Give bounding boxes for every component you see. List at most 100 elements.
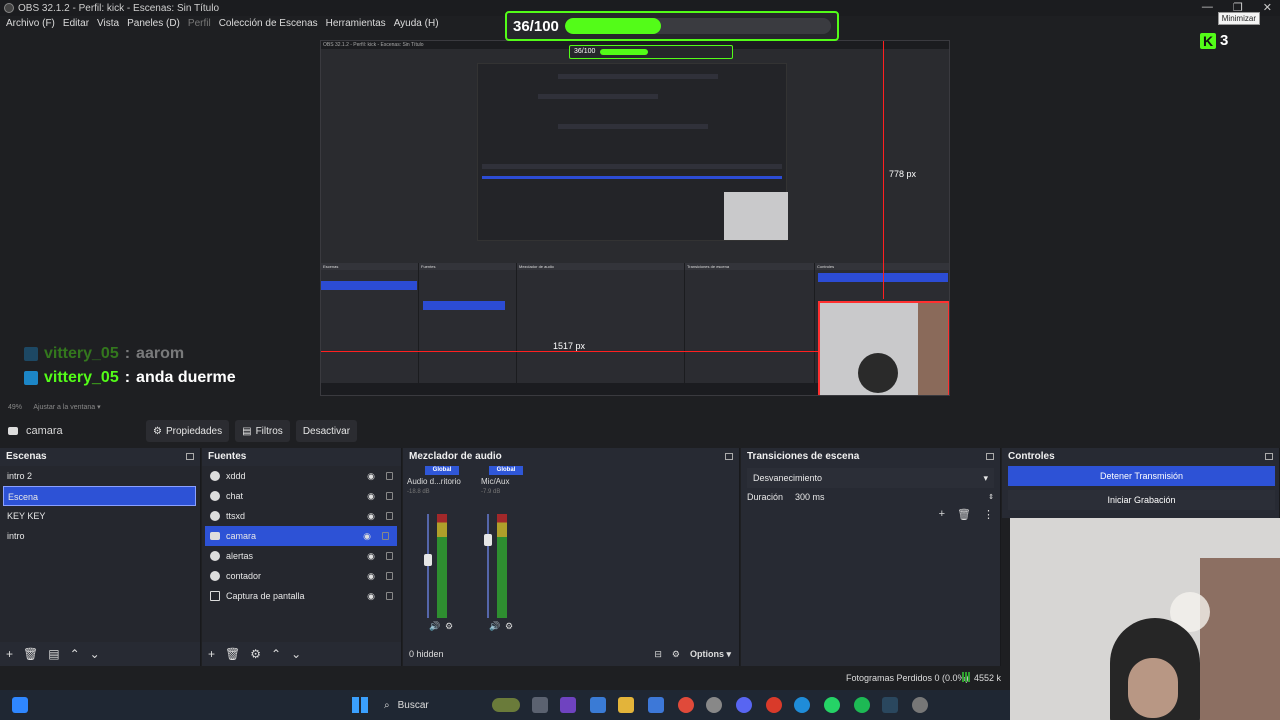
gear-icon[interactable]: ⚙ (505, 621, 513, 632)
undock-icon[interactable] (1265, 452, 1273, 460)
speaker-icon[interactable]: 🔊 (429, 621, 440, 632)
taskbar-search[interactable]: ⌕ Buscar (380, 695, 520, 715)
eye-icon[interactable]: ◉ (367, 471, 375, 482)
volume-fader-knob[interactable] (484, 534, 492, 546)
menu-herramientas[interactable]: Herramientas (322, 16, 390, 32)
scene-item[interactable]: KEY KEY (0, 506, 200, 526)
stepper-icon[interactable]: ⇕ (988, 493, 994, 501)
minimize-icon[interactable]: — (1202, 1, 1213, 14)
source-item[interactable]: alertas ◉ (202, 546, 401, 566)
stop-streaming-button[interactable]: Detener Transmisión (1008, 466, 1275, 486)
move-down-icon[interactable]: ⌄ (90, 647, 100, 661)
move-down-icon[interactable]: ⌄ (291, 647, 301, 661)
steam-icon[interactable] (882, 697, 898, 713)
duration-value[interactable]: 300 ms (795, 492, 825, 502)
preview-area[interactable]: OBS 32.1.2 - Perfil: kick - Escenas: Sin… (0, 34, 1280, 400)
app-icon[interactable] (560, 697, 576, 713)
deactivate-button[interactable]: Desactivar (295, 420, 358, 442)
trash-icon[interactable]: 🗑 (957, 508, 971, 521)
lock-icon[interactable] (386, 512, 393, 520)
lock-icon[interactable] (386, 572, 393, 580)
menu-paneles[interactable]: Paneles (D) (123, 16, 184, 32)
eye-icon[interactable]: ◉ (367, 551, 375, 562)
menu-editar[interactable]: Editar (59, 16, 93, 32)
menu-coleccion-escenas[interactable]: Colección de Escenas (215, 16, 322, 32)
source-item[interactable]: chat ◉ (202, 486, 401, 506)
gear-icon[interactable]: ⚙ (250, 647, 261, 661)
transitions-title: Transiciones de escena (747, 450, 860, 462)
lock-icon[interactable] (386, 472, 393, 480)
source-item[interactable]: ttsxd ◉ (202, 506, 401, 526)
chrome-icon[interactable] (678, 697, 694, 713)
opera-icon[interactable] (766, 697, 782, 713)
advanced-audio-icon[interactable]: ⚙ (672, 649, 680, 660)
eye-icon[interactable]: ◉ (367, 571, 375, 582)
copilot-icon[interactable] (590, 697, 606, 713)
trash-icon[interactable]: 🗑 (225, 647, 240, 661)
scene-item-selected[interactable]: Escena (3, 486, 196, 506)
spotify-icon[interactable] (854, 697, 870, 713)
volume-fader[interactable] (487, 514, 489, 618)
file-explorer-icon[interactable] (618, 697, 634, 713)
speaker-icon[interactable]: 🔊 (489, 621, 500, 632)
add-icon[interactable]: + (939, 508, 945, 521)
scene-item[interactable]: intro 2 (0, 466, 200, 486)
undock-icon[interactable] (986, 452, 994, 460)
add-icon[interactable]: + (208, 647, 215, 661)
menu-ayuda[interactable]: Ayuda (H) (390, 16, 443, 32)
gear-icon[interactable]: ⚙ (445, 621, 453, 632)
fit-to-window[interactable]: Ajustar a la ventana (33, 404, 95, 411)
menu-archivo[interactable]: Archivo (F) (2, 16, 59, 32)
camera-source-bounds[interactable] (818, 301, 949, 395)
widgets-icon[interactable] (12, 697, 28, 713)
volume-fader[interactable] (427, 514, 429, 618)
lock-icon[interactable] (386, 492, 393, 500)
obs-icon[interactable] (706, 697, 722, 713)
task-view-icon[interactable] (532, 697, 548, 713)
volume-fader-knob[interactable] (424, 554, 432, 566)
menu-perfil[interactable]: Perfil (184, 16, 215, 32)
settings-icon[interactable] (912, 697, 928, 713)
add-icon[interactable]: + (6, 647, 13, 661)
scene-item[interactable]: intro (0, 526, 200, 546)
properties-button[interactable]: ⚙ Propiedades (146, 420, 230, 442)
move-up-icon[interactable]: ⌃ (70, 647, 80, 661)
trash-icon[interactable]: 🗑 (23, 647, 38, 661)
whatsapp-icon[interactable] (824, 697, 840, 713)
chevron-down-icon[interactable]: ▾ (97, 404, 101, 411)
channel-name[interactable]: Mic/Aux (479, 475, 539, 489)
filters-button[interactable]: ▤ Filtros (235, 420, 290, 442)
channel-name[interactable]: Audio d...ritorio (405, 475, 477, 489)
source-item[interactable]: xddd ◉ (202, 466, 401, 486)
menu-vista[interactable]: Vista (93, 16, 123, 32)
source-item[interactable]: Captura de pantalla ◉ (202, 586, 401, 606)
eye-icon[interactable]: ◉ (367, 491, 375, 502)
discord-icon[interactable] (736, 697, 752, 713)
lock-icon[interactable] (382, 532, 389, 540)
close-icon[interactable]: ✕ (1263, 1, 1272, 14)
windows-start-icon[interactable] (352, 697, 368, 713)
undock-icon[interactable] (725, 452, 733, 460)
zoom-level[interactable]: 49% (8, 404, 22, 411)
more-icon[interactable]: ⋮ (983, 508, 994, 521)
eye-icon[interactable]: ◉ (367, 591, 375, 602)
hidden-count[interactable]: 0 hidden (409, 649, 444, 659)
start-recording-button[interactable]: Iniciar Grabación (1008, 490, 1275, 510)
undock-icon[interactable] (186, 452, 194, 460)
eye-icon[interactable]: ◉ (363, 531, 371, 542)
lock-icon[interactable] (386, 592, 393, 600)
options-button[interactable]: Options ▾ (690, 649, 731, 660)
move-up-icon[interactable]: ⌃ (271, 647, 281, 661)
mixer-layout-icon[interactable]: ⊟ (654, 649, 662, 660)
sources-header: Fuentes (202, 448, 401, 464)
lock-icon[interactable] (386, 552, 393, 560)
store-icon[interactable] (648, 697, 664, 713)
source-item[interactable]: contador ◉ (202, 566, 401, 586)
transition-select[interactable]: Desvanecimiento ▾ (747, 468, 994, 488)
filter-icon[interactable]: ▤ (48, 647, 59, 661)
eye-icon[interactable]: ◉ (367, 511, 375, 522)
source-item-selected[interactable]: camara ◉ (205, 526, 397, 546)
sources-toolbar: + 🗑 ⚙ ⌃ ⌄ (202, 642, 401, 666)
program-preview[interactable]: OBS 32.1.2 - Perfil: kick - Escenas: Sin… (320, 40, 950, 396)
edge-icon[interactable] (794, 697, 810, 713)
